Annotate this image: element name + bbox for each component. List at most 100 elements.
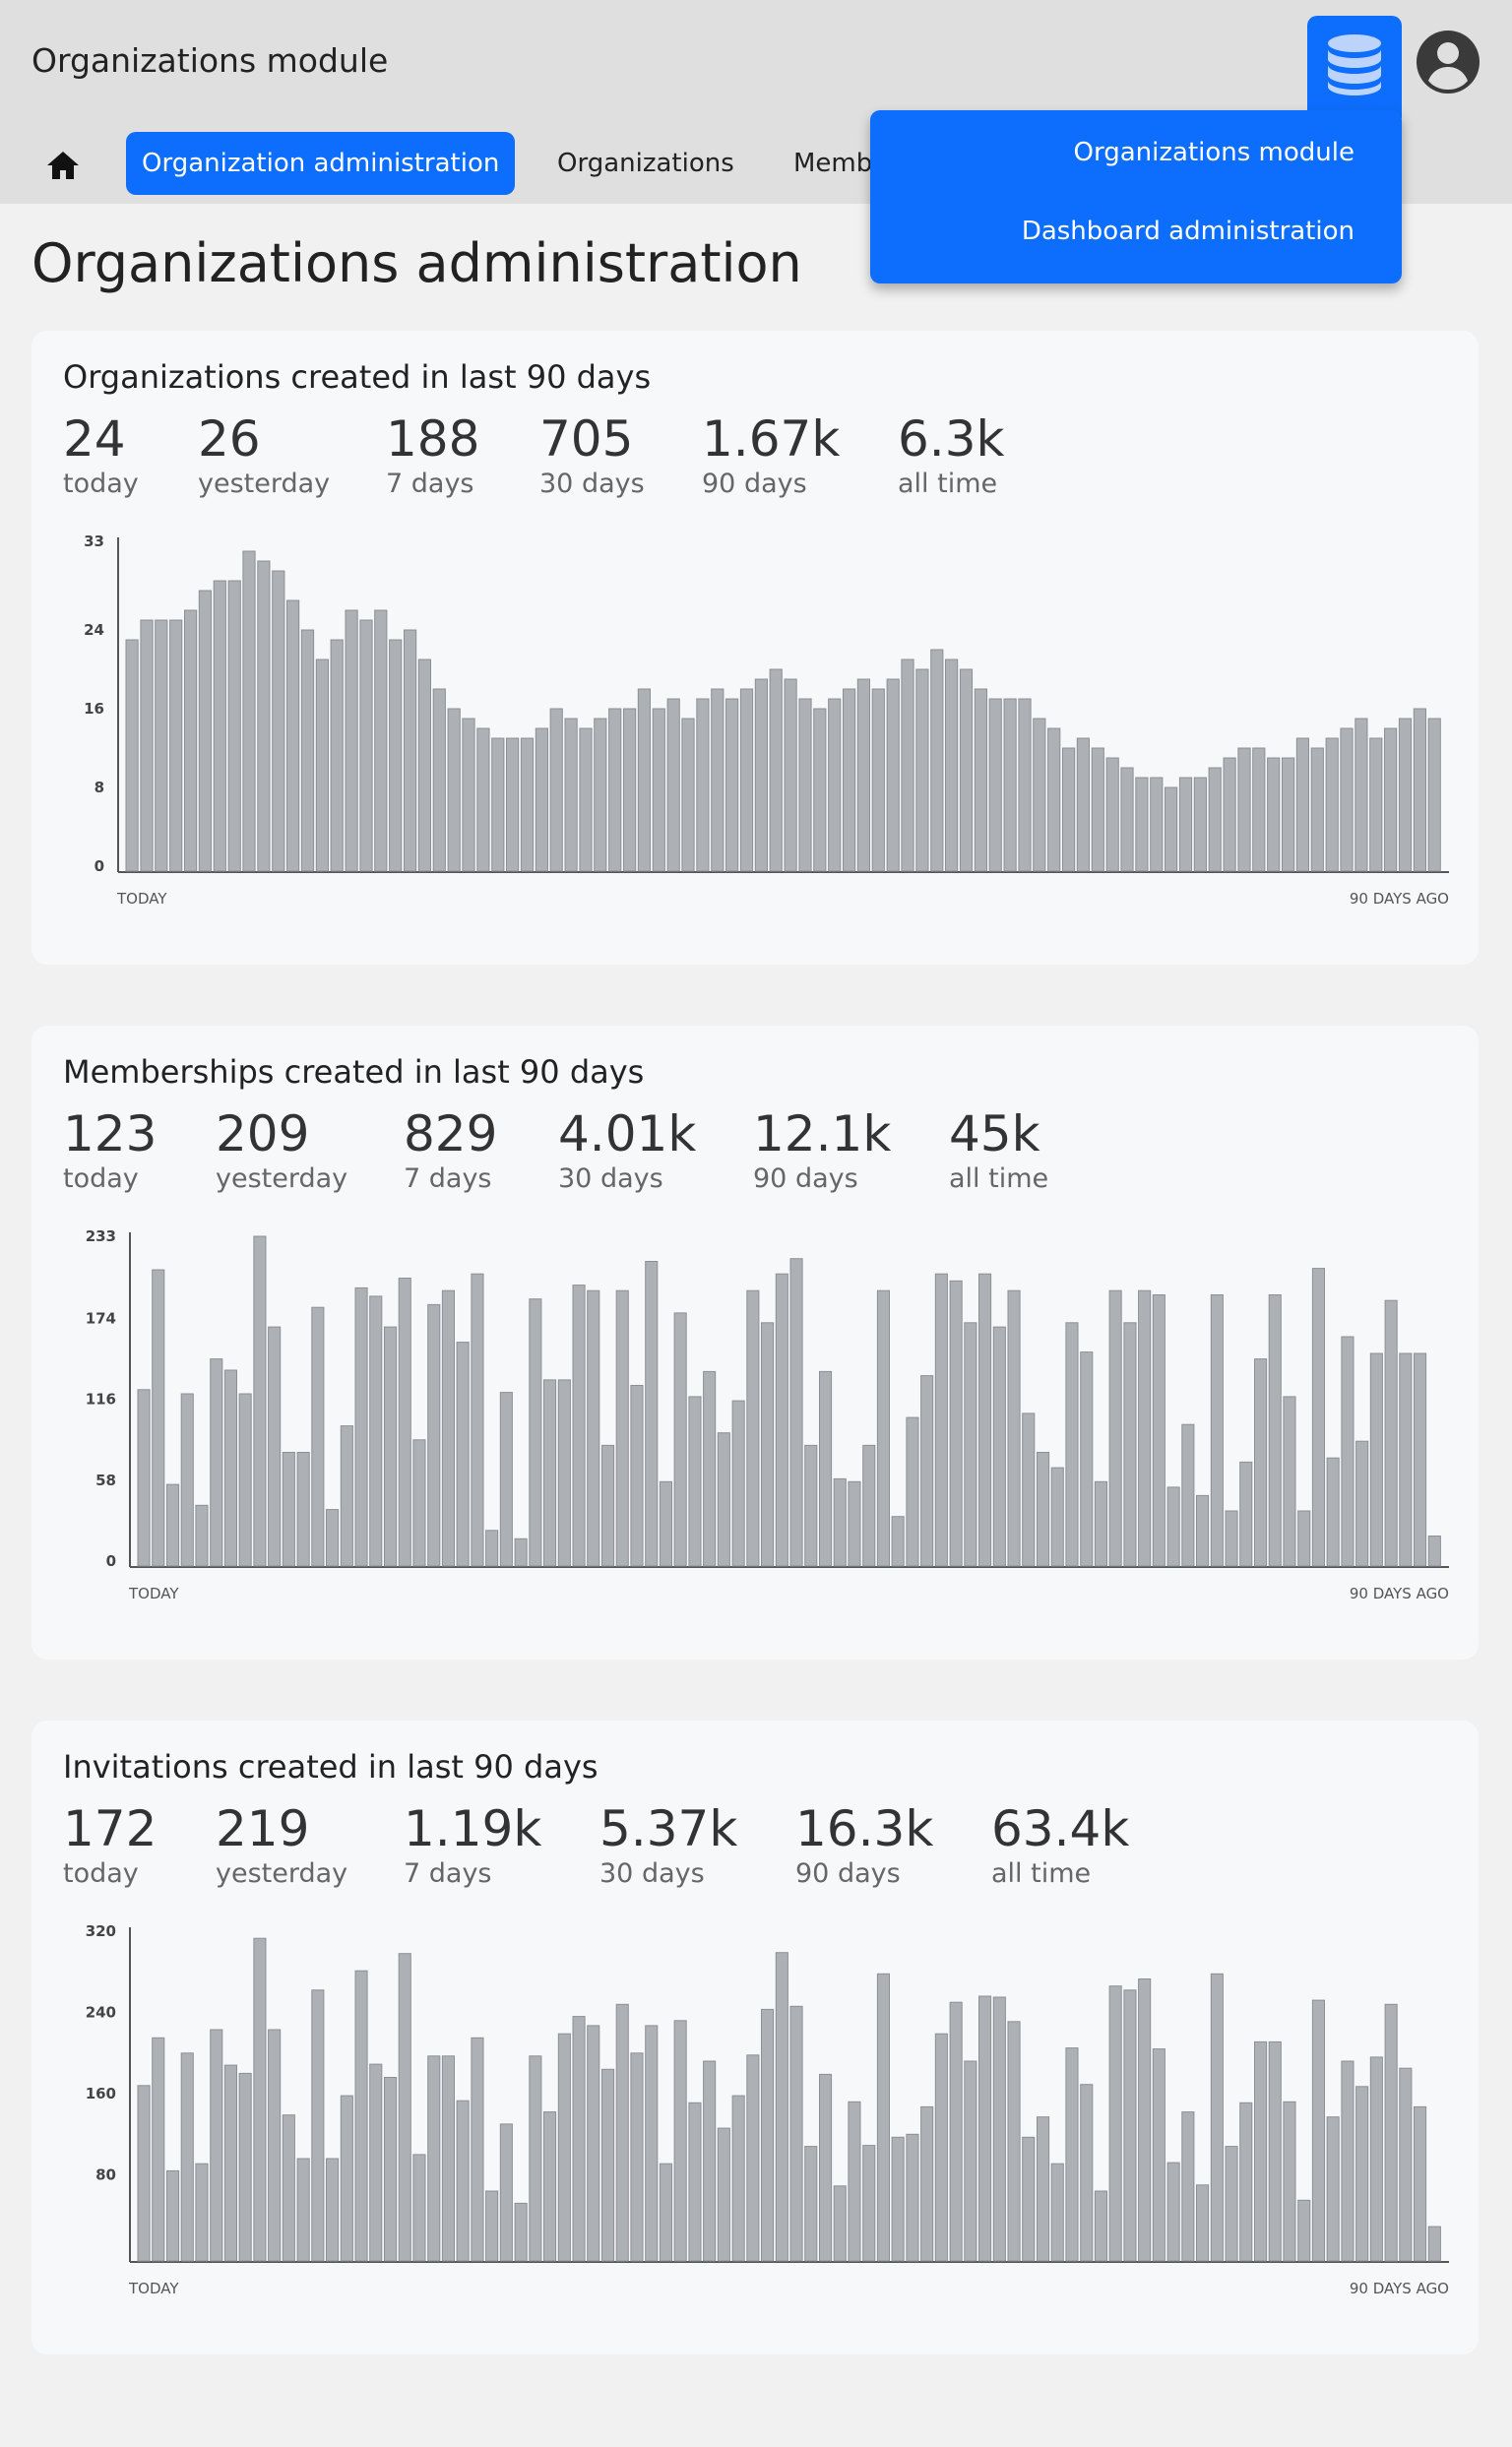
modules-menu-button[interactable] [1307,16,1402,118]
chart-bar [1399,1352,1413,1567]
chart-bar [499,1392,513,1567]
organizations-card: Organizations created in last 90 days 24… [32,331,1479,965]
chart-bar [268,2029,282,2262]
y-tick-label: 160 [86,2085,116,2102]
chart-bar [398,1278,411,1567]
chart-bar [945,659,959,872]
chart-bar [906,2133,919,2262]
chart-bar [300,629,315,872]
chart-bar [296,2158,310,2262]
chart-bar [462,718,475,872]
user-menu-button[interactable] [1416,30,1480,94]
home-button[interactable] [43,148,83,187]
chart-bar [798,698,812,872]
chart-bar [330,639,344,872]
tab-organization-administration[interactable]: Organization administration [126,132,516,195]
chart-bar [1237,747,1251,872]
chart-bar [1138,1289,1152,1567]
chart-bar [876,1973,891,2262]
chart-bar [1384,1299,1398,1567]
chart-bar [1384,727,1398,872]
chart-bar [1091,747,1104,872]
chart-bar [1193,777,1208,872]
chart-bar [354,1286,368,1567]
chart-bar [1080,1351,1094,1567]
chart-bar [1166,2162,1180,2262]
chart-bar [1326,1457,1340,1567]
chart-bar [1152,1294,1166,1567]
chart-bar [1355,1440,1369,1567]
chart-bar [1181,1423,1195,1567]
chart-bar [901,659,914,872]
y-tick-label: 116 [86,1391,116,1409]
chart-bar [238,2072,252,2262]
chart-bar [630,2052,644,2262]
chart-bar [315,659,329,872]
chart-bar [1080,2084,1094,2262]
chart-bar [340,2095,353,2262]
chart-bar [1165,786,1178,872]
chart-bar [1341,1336,1354,1567]
home-icon [46,151,80,184]
chart-bar [1108,1985,1122,2262]
x-start-label: TODAY [128,2280,179,2297]
chart-bar [369,1295,383,1567]
chart-bar [1208,767,1222,872]
chart-bar [813,708,827,872]
chart-bar [1398,718,1413,872]
chart-bar [223,1369,237,1567]
chart-bar [1254,2040,1268,2262]
chart-bar [1123,1322,1137,1567]
chart-bar [906,1416,919,1567]
chart-bar [1268,2040,1282,2262]
chart-bar [1123,1989,1137,2262]
chart-bar [549,708,563,872]
chart-bar [491,737,505,872]
chart-bar [1297,2199,1311,2262]
chart-bar [637,688,651,872]
chart-bar [630,1385,644,1567]
chart-bar [920,2105,934,2262]
chart-bar [1268,1294,1282,1567]
chart-bar [1062,747,1076,872]
menu-item-dashboard-administration[interactable]: Dashboard administration [1022,217,1354,246]
chart-bar [1150,777,1164,872]
chart-bar [1267,757,1281,872]
chart-bar [572,1285,586,1567]
chart-bar [828,698,842,872]
chart-bar [140,619,154,872]
chart-bar [1033,718,1046,872]
tab-organizations[interactable]: Organizations [541,132,750,195]
chart-bar [1254,1358,1268,1567]
chart-bar [180,1393,194,1567]
organizations-bar-chart: 0 8 16 24 33 TODAY 90 DAYS AGO [84,533,1449,908]
chart-bar [761,1322,775,1567]
chart-bar [1297,1510,1311,1567]
account-circle-icon [1416,31,1480,98]
chart-bar [441,1289,455,1567]
y-tick-label: 174 [86,1310,116,1328]
chart-bar [891,1516,905,1567]
chart-bar [1065,1322,1079,1567]
chart-bar [1094,1480,1108,1567]
chart-bar [253,1235,267,1567]
chart-bar [137,1389,151,1567]
chart-bar [819,1370,833,1567]
chart-bar [272,570,285,872]
chart-bar [1225,2146,1238,2262]
chart-bar [615,2003,629,2262]
chart-bar [862,1444,876,1567]
chart-bar [169,619,183,872]
chart-bar [155,619,168,872]
chart-bar [374,609,388,872]
y-tick-label: 240 [86,2004,116,2022]
menu-item-organizations-module[interactable]: Organizations module [1074,138,1354,167]
chart-bar [1310,747,1324,872]
chart-bar [666,698,680,872]
chart-bar [1252,747,1266,872]
chart-bar [286,599,300,872]
chart-bar [213,580,226,872]
chart-bar [180,2052,194,2262]
chart-bar [1326,2116,1340,2262]
chart-bar [1341,2060,1354,2262]
